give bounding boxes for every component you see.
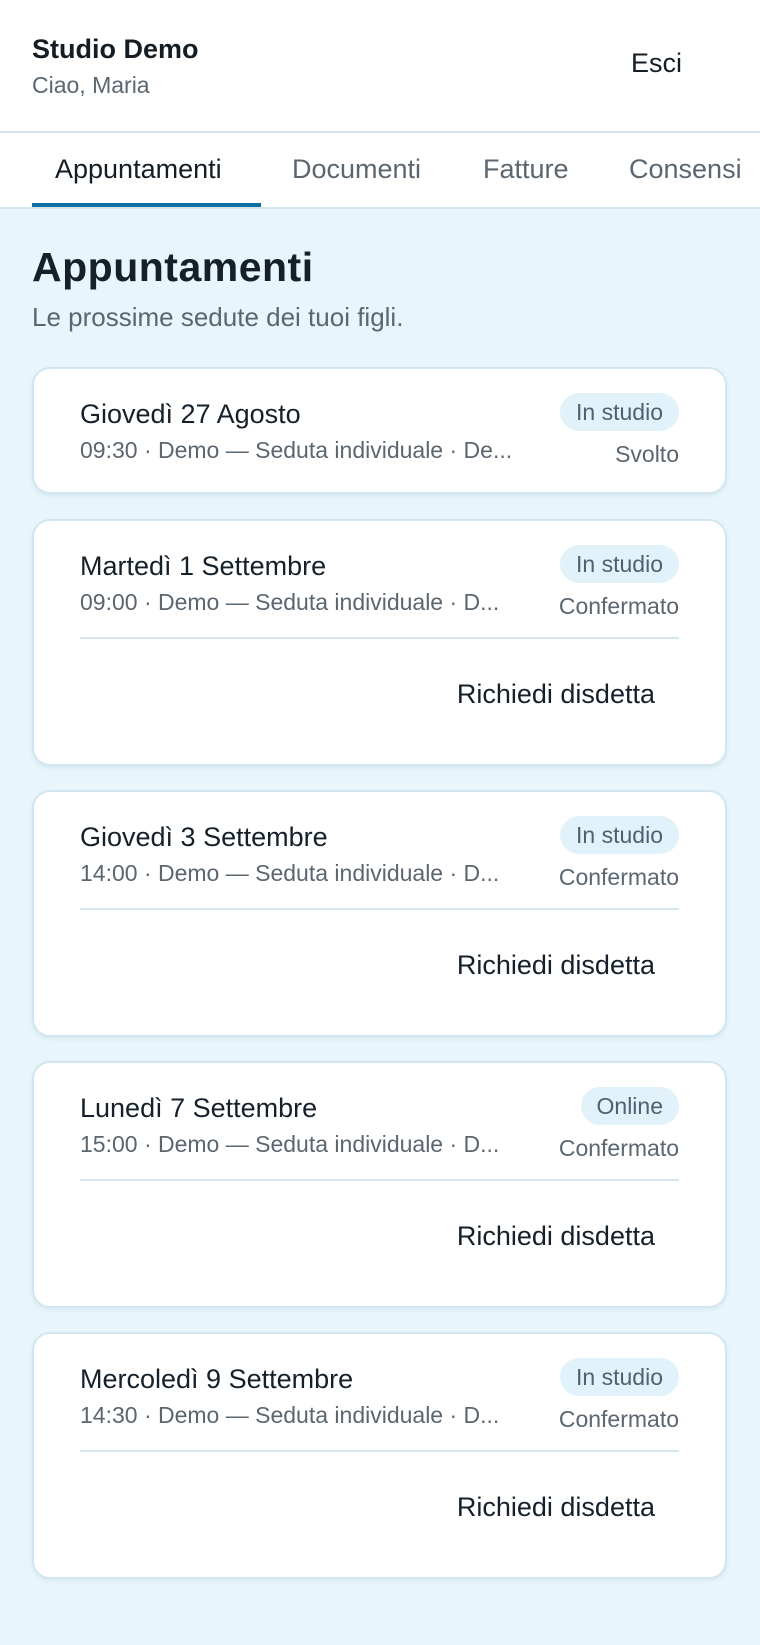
appointment-details: 09:00 · Demo — Seduta individuale · D...	[80, 589, 500, 615]
logout-button[interactable]: Esci	[631, 48, 682, 79]
app-header: Studio Demo Ciao, Maria Esci	[0, 0, 760, 133]
appointment-date: Martedì 1 Settembre	[80, 551, 327, 581]
appointment-card: Lunedì 7 Settembre 15:00 · Demo — Seduta…	[32, 1061, 727, 1308]
appointment-details: 14:30 · Demo — Seduta individuale · D...	[80, 1402, 500, 1428]
mode-badge: In studio	[560, 816, 679, 854]
tab-consensi[interactable]: Consensi	[629, 133, 742, 207]
request-cancellation-button[interactable]: Richiedi disdetta	[457, 950, 655, 981]
card-divider	[80, 908, 679, 910]
request-cancellation-button[interactable]: Richiedi disdetta	[457, 1492, 655, 1523]
appointment-status: Confermato	[558, 593, 679, 619]
appointment-status: Confermato	[558, 864, 679, 890]
appointment-details: 14:00 · Demo — Seduta individuale · D...	[80, 860, 500, 886]
card-divider	[80, 1450, 679, 1452]
page-title: Appuntamenti	[32, 244, 314, 290]
studio-name: Studio Demo	[32, 34, 199, 64]
appointment-card: Giovedì 3 Settembre 14:00 · Demo — Sedut…	[32, 790, 727, 1037]
mode-badge: Online	[580, 1087, 679, 1125]
request-cancellation-button[interactable]: Richiedi disdetta	[457, 679, 655, 710]
appointment-date: Giovedì 27 Agosto	[80, 399, 301, 429]
tab-appuntamenti[interactable]: Appuntamenti	[55, 133, 222, 207]
appointment-status: Confermato	[558, 1135, 679, 1161]
user-greeting: Ciao, Maria	[32, 72, 150, 98]
appointment-details: 15:00 · Demo — Seduta individuale · D...	[80, 1131, 500, 1157]
tab-bar: Appuntamenti Documenti Fatture Consensi	[0, 133, 760, 209]
active-tab-indicator	[32, 203, 261, 207]
mode-badge: In studio	[560, 545, 679, 583]
mode-badge: In studio	[560, 393, 679, 431]
card-divider	[80, 637, 679, 639]
tab-fatture[interactable]: Fatture	[483, 133, 569, 207]
appointment-card: Martedì 1 Settembre 09:00 · Demo — Sedut…	[32, 519, 727, 766]
appointment-date: Lunedì 7 Settembre	[80, 1093, 318, 1123]
appointment-date: Mercoledì 9 Settembre	[80, 1364, 354, 1394]
appointment-status: Svolto	[615, 441, 679, 467]
appointment-card: Giovedì 27 Agosto 09:30 · Demo — Seduta …	[32, 367, 727, 494]
appointment-status: Confermato	[558, 1406, 679, 1432]
appointment-card: Mercoledì 9 Settembre 14:30 · Demo — Sed…	[32, 1332, 727, 1579]
request-cancellation-button[interactable]: Richiedi disdetta	[457, 1221, 655, 1252]
appointment-date: Giovedì 3 Settembre	[80, 822, 328, 852]
card-divider	[80, 1179, 679, 1181]
page-subtitle: Le prossime sedute dei tuoi figli.	[32, 302, 404, 332]
appointment-details: 09:30 · Demo — Seduta individuale · De..…	[80, 437, 513, 463]
mode-badge: In studio	[560, 1358, 679, 1396]
tab-documenti[interactable]: Documenti	[292, 133, 421, 207]
